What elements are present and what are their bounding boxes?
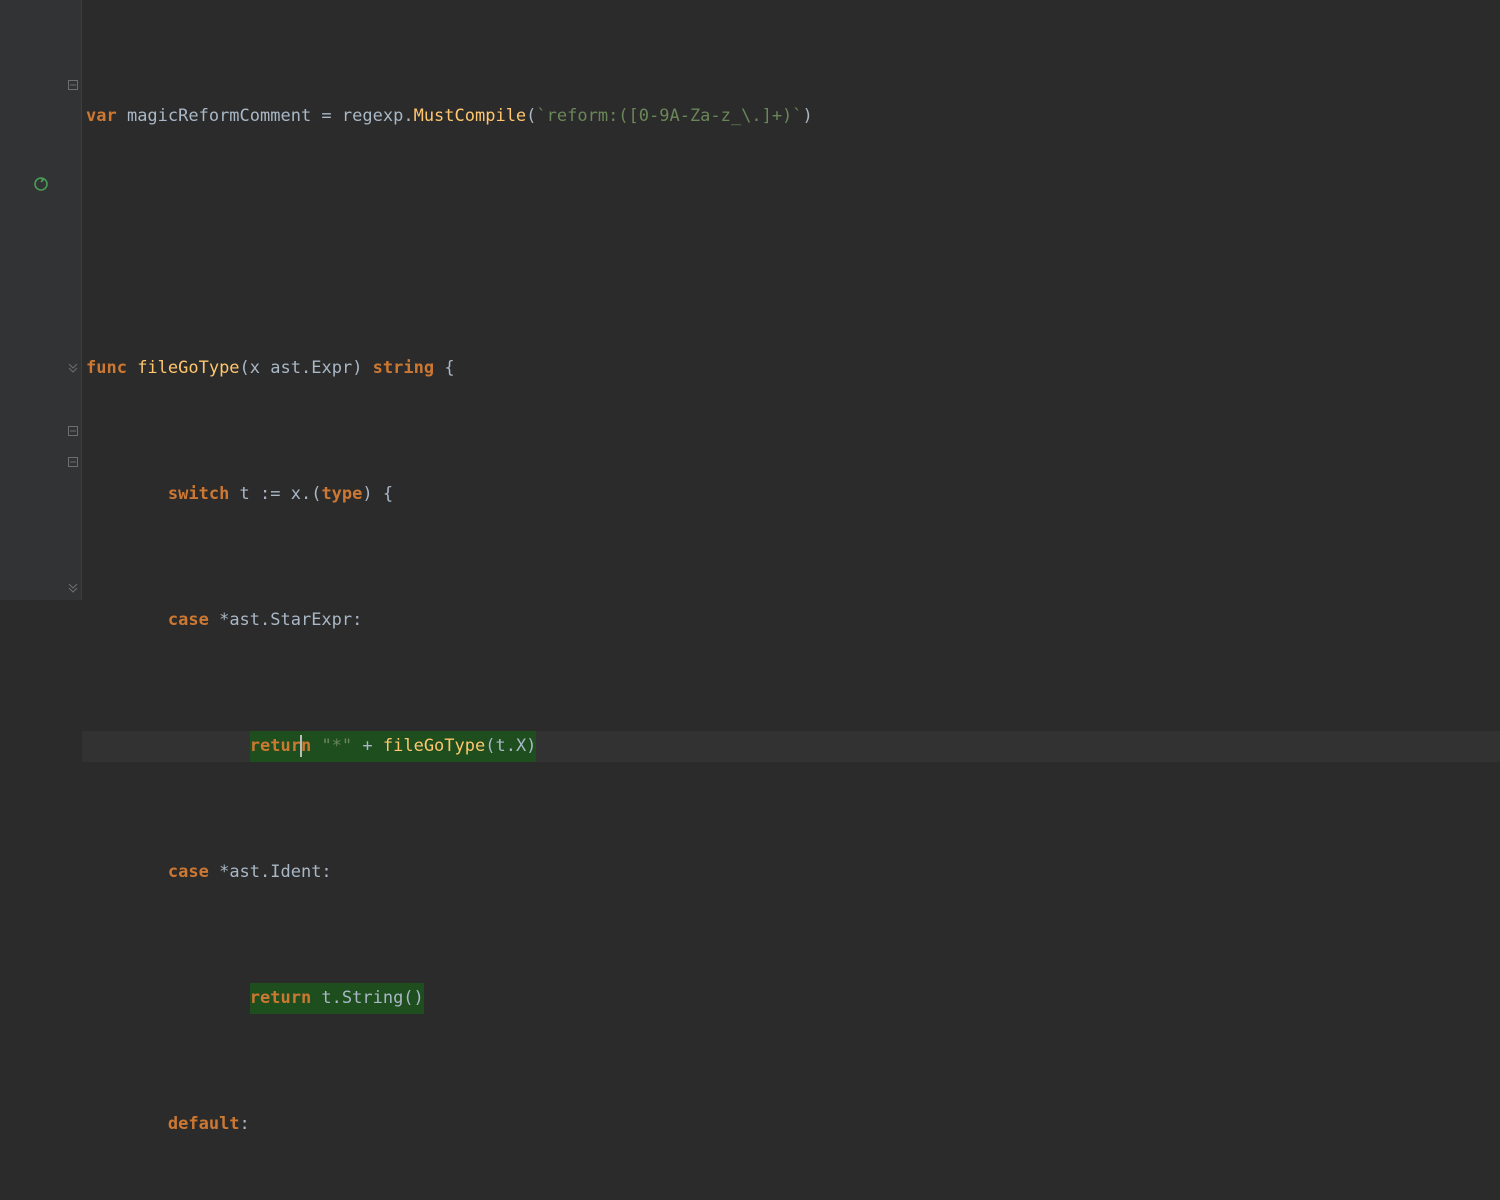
- identifier: magicReformComment: [117, 101, 322, 133]
- code-line[interactable]: switch t := x.(type) {: [82, 479, 1500, 511]
- fold-start-icon[interactable]: [67, 425, 79, 437]
- code-line[interactable]: case *ast.StarExpr:: [82, 605, 1500, 637]
- keyword-var: var: [86, 101, 117, 133]
- string-literal: `reform:([0-9A-Za-z_\.]+)`: [536, 101, 802, 133]
- code-line[interactable]: return t.String(): [82, 983, 1500, 1015]
- keyword-case: case: [168, 857, 209, 889]
- type-string: string: [373, 353, 434, 385]
- keyword-func: func: [86, 353, 127, 385]
- keyword-return: retur: [250, 736, 301, 756]
- fold-start-icon[interactable]: [67, 456, 79, 468]
- package-ref: regexp: [332, 101, 404, 133]
- code-line[interactable]: default:: [82, 1109, 1500, 1141]
- keyword-case: case: [168, 605, 209, 637]
- code-line[interactable]: func fileGoType(x ast.Expr) string {: [82, 353, 1500, 385]
- operator: =: [321, 101, 331, 133]
- fold-start-icon[interactable]: [67, 79, 79, 91]
- gutter: [0, 0, 82, 600]
- code-line[interactable]: var magicReformComment = regexp.MustComp…: [82, 101, 1500, 133]
- code-line[interactable]: case *ast.Ident:: [82, 857, 1500, 889]
- fold-end-icon[interactable]: [67, 362, 79, 374]
- func-call: MustCompile: [414, 101, 527, 133]
- fold-end-icon[interactable]: [67, 582, 79, 594]
- code-line-current[interactable]: return "*" + fileGoType(t.X): [82, 731, 1500, 763]
- func-decl: fileGoType: [127, 353, 240, 385]
- rerun-icon[interactable]: [0, 168, 82, 200]
- keyword-switch: switch: [168, 479, 229, 511]
- keyword-default: default: [168, 1109, 240, 1141]
- code-editor: var magicReformComment = regexp.MustComp…: [0, 0, 1500, 600]
- code-line[interactable]: [82, 227, 1500, 259]
- keyword-return: return: [250, 988, 311, 1008]
- code-area[interactable]: var magicReformComment = regexp.MustComp…: [82, 0, 1500, 600]
- func-call: fileGoType: [373, 736, 486, 756]
- string-literal: "*": [311, 736, 362, 756]
